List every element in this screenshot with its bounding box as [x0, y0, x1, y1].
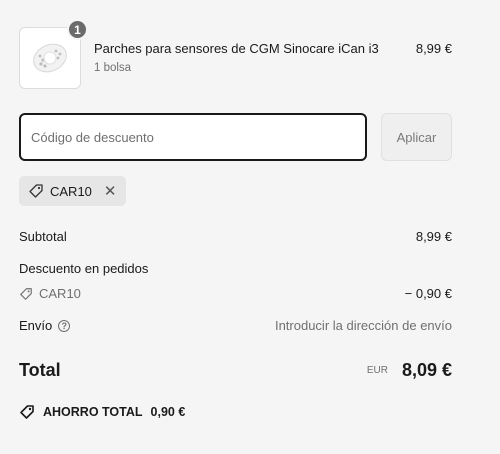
help-icon[interactable]: ? [58, 319, 71, 332]
order-discount-label: Descuento en pedidos [19, 261, 149, 276]
subtotal-value: 8,99 € [415, 229, 452, 244]
tag-icon [29, 184, 43, 198]
remove-discount-icon[interactable]: ✕ [104, 184, 117, 199]
applied-discount-chip: CAR10 ✕ [19, 176, 126, 206]
product-price: 8,99 € [415, 41, 452, 56]
shipping-label: Envío [19, 318, 53, 333]
tag-icon [20, 405, 34, 419]
order-item: 1 Parches para sensores de CGM Sinocare … [19, 19, 452, 89]
applied-discount-code: CAR10 [50, 183, 92, 199]
savings-label: AHORRO TOTAL [43, 405, 143, 419]
total-savings: AHORRO TOTAL 0,90 € [19, 404, 185, 420]
apply-discount-button[interactable]: Aplicar [381, 113, 452, 161]
discount-code-label: CAR10 [39, 286, 81, 301]
discount-value: − 0,90 € [404, 286, 452, 301]
discount-code-row: CAR10 − 0,90 € [19, 286, 452, 301]
subtotal-row: Subtotal 8,99 € [19, 229, 452, 244]
total-value: 8,09 € [401, 360, 452, 380]
subtotal-label: Subtotal [19, 229, 67, 244]
quantity-badge: 1 [67, 19, 88, 40]
currency-code: EUR [366, 365, 388, 376]
savings-value: 0,90 € [150, 405, 186, 419]
order-discount-row: Descuento en pedidos [19, 261, 452, 276]
product-name: Parches para sensores de CGM Sinocare iC… [94, 41, 379, 56]
total-label: Total [19, 360, 61, 380]
discount-code-input[interactable] [19, 113, 367, 161]
shipping-value: Introducir la dirección de envío [274, 318, 452, 333]
total-row: Total EUR 8,09 € [19, 360, 452, 381]
patch-product-image [33, 43, 67, 73]
product-variant: 1 bolsa [94, 62, 132, 74]
shipping-row: Envío ? Introducir la dirección de envío [19, 318, 452, 333]
tag-icon [20, 287, 32, 300]
